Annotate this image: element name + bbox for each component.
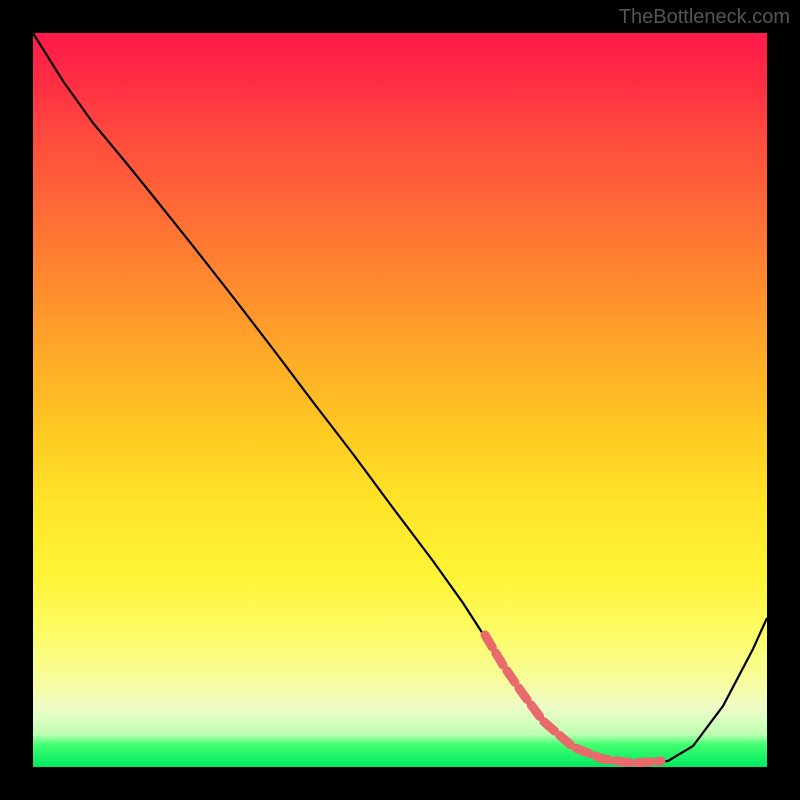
watermark-text: TheBottleneck.com [619, 6, 790, 29]
highlight-marker [485, 635, 661, 763]
main-curve [33, 33, 767, 763]
plot-area [33, 33, 767, 767]
chart-svg [33, 33, 767, 767]
